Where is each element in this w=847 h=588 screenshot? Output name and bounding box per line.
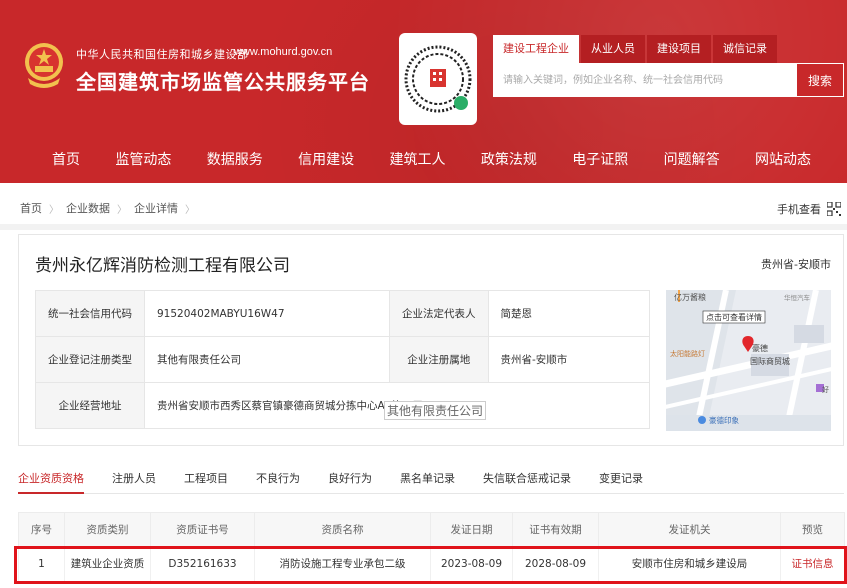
legal-rep-value: 简楚恩 <box>487 290 650 337</box>
map-label-haode: 豪德 <box>752 343 768 353</box>
col-issue-date: 发证日期 <box>430 512 513 547</box>
credit-code-label: 统一社会信用代码 <box>35 290 145 337</box>
search-input[interactable] <box>493 63 796 97</box>
section-divider <box>0 224 847 230</box>
col-preview: 预览 <box>780 512 845 547</box>
tab-projects[interactable]: 工程项目 <box>184 466 228 494</box>
company-region: 贵州省-安顺市 <box>761 258 831 271</box>
company-info-table: 统一社会信用代码 91520402MABYU16W47 企业法定代表人 简楚恩 … <box>35 290 650 429</box>
col-valid-until: 证书有效期 <box>512 512 599 547</box>
map-label-impression: 豪德印象 <box>709 415 739 425</box>
cell-category: 建筑业企业资质 <box>64 546 151 581</box>
cell-issuer: 安顺市住房和城乡建设局 <box>598 546 781 581</box>
chevron-right-icon: 〉 <box>117 204 127 216</box>
search-button[interactable]: 搜索 <box>796 63 844 97</box>
company-name: 贵州永亿辉消防检测工程有限公司 <box>35 256 290 276</box>
tab-blacklist[interactable]: 黑名单记录 <box>400 466 455 494</box>
search-box: 搜索 <box>493 63 844 97</box>
main-nav: 首页 监管动态 数据服务 信用建设 建筑工人 政策法规 电子证照 问题解答 网站… <box>0 140 847 180</box>
cert-info-link[interactable]: 证书信息 <box>780 546 845 581</box>
map-label-good: 好 <box>822 385 829 394</box>
search-tab-personnel[interactable]: 从业人员 <box>581 35 645 63</box>
table-header-row: 序号 资质类别 资质证书号 资质名称 发证日期 证书有效期 发证机关 预览 <box>18 512 845 547</box>
breadcrumb-home[interactable]: 首页 <box>20 200 42 216</box>
breadcrumb: 首页 〉 企业数据 〉 企业详情 〉 <box>20 200 202 216</box>
search-tabs: 建设工程企业 从业人员 建设项目 诚信记录 <box>493 35 844 63</box>
map-label-mall: 国际商贸城 <box>750 356 790 366</box>
reg-type-label: 企业登记注册类型 <box>35 336 145 383</box>
col-qual-name: 资质名称 <box>254 512 431 547</box>
col-category: 资质类别 <box>64 512 151 547</box>
tab-change-record[interactable]: 变更记录 <box>599 466 643 494</box>
table-row[interactable]: 1 建筑业企业资质 D352161633 消防设施工程专业承包二级 2023-0… <box>18 546 845 581</box>
cell-index: 1 <box>18 546 65 581</box>
qualification-table: 序号 资质类别 资质证书号 资质名称 发证日期 证书有效期 发证机关 预览 1 … <box>18 512 845 581</box>
reg-place-value: 贵州省-安顺市 <box>487 336 650 383</box>
search-panel: 建设工程企业 从业人员 建设项目 诚信记录 搜索 <box>493 35 844 100</box>
search-tab-enterprise[interactable]: 建设工程企业 <box>493 35 579 63</box>
nav-supervision[interactable]: 监管动态 <box>115 140 171 180</box>
tab-good-behavior[interactable]: 良好行为 <box>328 466 372 494</box>
ministry-url[interactable]: www.mohurd.gov.cn <box>234 46 332 58</box>
search-tab-credit[interactable]: 诚信记录 <box>713 35 777 63</box>
nav-site-news[interactable]: 网站动态 <box>755 140 811 180</box>
cell-issue-date: 2023-08-09 <box>430 546 513 581</box>
reg-place-label: 企业注册属地 <box>389 336 489 383</box>
qr-code-icon <box>827 202 841 216</box>
site-header: 中华人民共和国住房和城乡建设部 www.mohurd.gov.cn 全国建筑市场… <box>0 0 847 183</box>
tab-registered-staff[interactable]: 注册人员 <box>112 466 156 494</box>
cell-qual-name: 消防设施工程专业承包二级 <box>254 546 431 581</box>
map-tip-text: 点击可查看详情 <box>706 312 762 322</box>
nav-home[interactable]: 首页 <box>52 140 80 180</box>
breadcrumb-enterprise-detail: 企业详情 <box>134 202 178 215</box>
national-emblem-icon <box>25 43 63 88</box>
legal-rep-label: 企业法定代表人 <box>389 290 489 337</box>
cell-cert-no: D352161633 <box>150 546 255 581</box>
tab-dishonest-record[interactable]: 失信联合惩戒记录 <box>483 466 571 494</box>
chevron-right-icon: 〉 <box>185 204 195 216</box>
map-label-liquor: 亿万酱粮 <box>674 292 706 302</box>
tooltip: 其他有限责任公司 <box>384 401 487 420</box>
breadcrumb-enterprise-data[interactable]: 企业数据 <box>66 200 110 216</box>
nav-e-license[interactable]: 电子证照 <box>572 140 628 180</box>
ministry-name: 中华人民共和国住房和城乡建设部 <box>76 48 249 61</box>
tab-qualifications[interactable]: 企业资质资格 <box>18 466 84 494</box>
col-index: 序号 <box>18 512 65 547</box>
credit-code-value: 91520402MABYU16W47 <box>144 290 390 337</box>
map-canvas: 亿万酱粮 华恒汽车 点击可查看详情 豪德 国际商贸城 太阳能路灯 豪德印象 好 <box>666 290 831 431</box>
detail-tabs: 企业资质资格 注册人员 工程项目 不良行为 良好行为 黑名单记录 失信联合惩戒记… <box>18 466 844 494</box>
location-map[interactable]: 亿万酱粮 华恒汽车 点击可查看详情 豪德 国际商贸城 太阳能路灯 豪德印象 好 <box>666 290 831 431</box>
search-tab-projects[interactable]: 建设项目 <box>647 35 711 63</box>
tab-bad-behavior[interactable]: 不良行为 <box>256 466 300 494</box>
mobile-view-button[interactable]: 手机查看 <box>777 201 841 217</box>
platform-title: 全国建筑市场监管公共服务平台 <box>76 70 370 94</box>
reg-type-value: 其他有限责任公司 <box>144 336 390 383</box>
qr-code-icon <box>404 41 472 117</box>
nav-workers[interactable]: 建筑工人 <box>390 140 446 180</box>
col-cert-no: 资质证书号 <box>150 512 255 547</box>
nav-data-service[interactable]: 数据服务 <box>207 140 263 180</box>
app-qr-code <box>399 33 477 125</box>
map-label-car: 华恒汽车 <box>784 293 811 302</box>
col-issuer: 发证机关 <box>598 512 781 547</box>
map-label-solar: 太阳能路灯 <box>670 349 705 358</box>
nav-credit[interactable]: 信用建设 <box>298 140 354 180</box>
chevron-right-icon: 〉 <box>49 204 59 216</box>
cell-valid-until: 2028-08-09 <box>512 546 599 581</box>
address-label: 企业经营地址 <box>35 382 145 429</box>
company-card: 贵州永亿辉消防检测工程有限公司 贵州省-安顺市 统一社会信用代码 9152040… <box>18 234 844 446</box>
nav-faq[interactable]: 问题解答 <box>664 140 720 180</box>
mobile-view-label: 手机查看 <box>777 203 821 216</box>
nav-policy[interactable]: 政策法规 <box>481 140 537 180</box>
